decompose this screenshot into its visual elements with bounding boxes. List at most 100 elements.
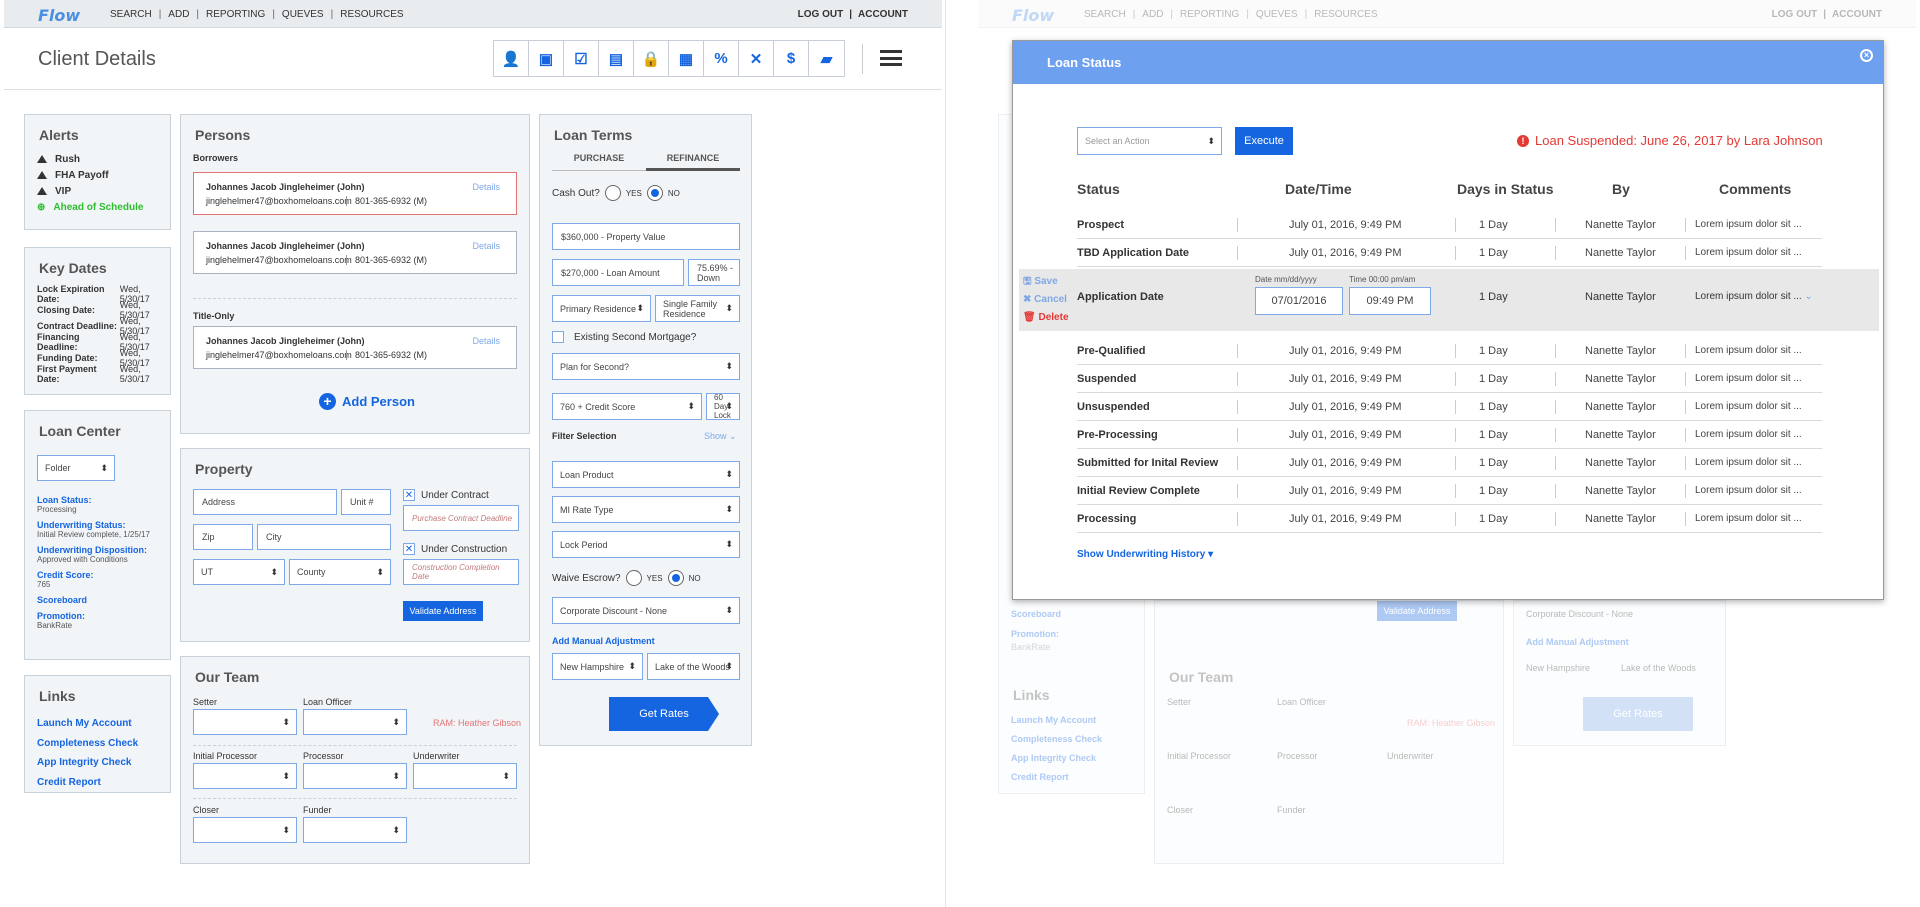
loan-officer-select[interactable] <box>303 709 407 735</box>
status-row[interactable]: Pre-Processing July 01, 2016, 9:49 PM 1 Da… <box>1077 423 1822 449</box>
folder-select[interactable]: Folder <box>37 455 115 481</box>
initial-processor-select[interactable] <box>193 763 297 789</box>
loan-center-item[interactable]: Underwriting Status: Initial Review compl… <box>37 520 150 539</box>
filter-show-toggle[interactable]: Show ⌄ <box>704 431 737 442</box>
book-icon[interactable]: ▦ <box>669 41 704 76</box>
contract-deadline-input[interactable]: Purchase Contract Deadline <box>403 505 519 531</box>
status-row[interactable]: Initial Review Complete July 01, 2016, 9:… <box>1077 479 1822 505</box>
loan-center-item[interactable]: Scoreboard <box>37 595 150 605</box>
lock-period-select[interactable]: Lock Period <box>552 531 740 558</box>
link-app-integrity[interactable]: App Integrity Check <box>37 753 138 773</box>
construction-date-input[interactable]: Construction Completion Date <box>403 559 519 585</box>
second-mortgage-checkbox[interactable] <box>552 331 564 343</box>
action-select[interactable]: Select an Action <box>1077 127 1222 155</box>
zip-input[interactable]: Zip <box>193 524 253 550</box>
escrow-yes-radio[interactable] <box>625 570 642 586</box>
processor-select[interactable] <box>303 763 407 789</box>
closer-select[interactable] <box>193 817 297 843</box>
document-icon[interactable]: ▤ <box>599 41 634 76</box>
underwriter-select[interactable] <box>413 763 517 789</box>
adjustment-state-select[interactable]: New Hampshire <box>552 653 643 680</box>
property-type-select[interactable]: Single Family Residence <box>655 295 740 322</box>
property-value-input[interactable]: $360,000 - Property Value <box>552 223 740 250</box>
credit-score-select[interactable]: 760 + Credit Score <box>552 393 702 420</box>
execute-button[interactable]: Execute <box>1235 127 1293 155</box>
status-row[interactable]: Prospect July 01, 2016, 9:49 PM 1 Day Nanet… <box>1077 213 1822 239</box>
mi-rate-type-select[interactable]: MI Rate Type <box>552 496 740 523</box>
dollar-icon[interactable]: $ <box>774 41 809 76</box>
save-row-button[interactable]: 🖫 Save <box>1023 273 1069 291</box>
loan-product-select[interactable]: Loan Product <box>552 461 740 488</box>
link-completeness-check[interactable]: Completeness Check <box>37 734 138 754</box>
county-select[interactable]: County <box>289 559 391 585</box>
logout-link[interactable]: LOG OUT <box>798 9 844 20</box>
down-payment-input[interactable]: 75.69% - Down <box>688 259 740 286</box>
setter-select[interactable] <box>193 709 297 735</box>
funder-select[interactable] <box>303 817 407 843</box>
loan-center-item[interactable]: Credit Score: 765 <box>37 570 150 589</box>
status-row[interactable]: Suspended July 01, 2016, 9:49 PM 1 Day Nane… <box>1077 367 1822 393</box>
status-date-input[interactable]: 07/01/2016 <box>1255 287 1343 315</box>
flow-logo[interactable]: Flow <box>38 6 80 25</box>
chevron-down-icon[interactable]: ⌄ <box>1805 291 1813 302</box>
show-underwriting-history-link[interactable]: Show Underwriting History ▾ <box>1077 549 1213 560</box>
briefcase-icon[interactable]: ▰ <box>809 41 844 76</box>
hamburger-menu-icon[interactable] <box>880 50 902 66</box>
tab-refinance[interactable]: REFINANCE <box>646 153 740 171</box>
details-link[interactable]: Details <box>472 182 500 192</box>
tab-purchase[interactable]: PURCHASE <box>552 153 646 171</box>
percent-icon[interactable]: % <box>704 41 739 76</box>
loan-center-item[interactable]: Underwriting Disposition: Approved with C… <box>37 545 150 564</box>
borrower-card[interactable]: Johannes Jacob Jingleheimer (John) jingl… <box>193 231 517 274</box>
link-credit-report[interactable]: Credit Report <box>37 773 138 793</box>
state-select[interactable]: UT <box>193 559 285 585</box>
loan-center-item[interactable]: Loan Status: Processing <box>37 495 150 514</box>
cancel-row-button[interactable]: ✖ Cancel <box>1023 291 1069 309</box>
loan-center-item[interactable]: Promotion: BankRate <box>37 611 150 630</box>
add-manual-adjustment-link[interactable]: Add Manual Adjustment <box>552 636 655 646</box>
account-link[interactable]: ACCOUNT <box>858 9 908 20</box>
under-construction-checkbox[interactable]: ✕ <box>403 543 415 555</box>
corporate-discount-select[interactable]: Corporate Discount - None <box>552 597 740 624</box>
nav-resources[interactable]: RESOURCES <box>340 9 403 20</box>
status-row[interactable]: TBD Application Date July 01, 2016, 9:49 … <box>1077 241 1822 267</box>
loan-amount-input[interactable]: $270,000 - Loan Amount <box>552 259 684 286</box>
nav-add[interactable]: ADD <box>168 9 189 20</box>
details-link[interactable]: Details <box>472 336 500 346</box>
plan-second-select[interactable]: Plan for Second? <box>552 353 740 380</box>
details-link[interactable]: Details <box>472 241 500 251</box>
x-logo-icon[interactable]: ✕ <box>739 41 774 76</box>
under-contract-checkbox[interactable]: ✕ <box>403 489 415 501</box>
status-row[interactable]: Pre-Qualified July 01, 2016, 9:49 PM 1 Day… <box>1077 339 1822 365</box>
lock-icon[interactable]: 🔒 <box>634 41 669 76</box>
status-row[interactable]: Unsuspended July 01, 2016, 9:49 PM 1 Day Na… <box>1077 395 1822 421</box>
close-icon[interactable]: × <box>1860 49 1873 62</box>
cash-out-yes-radio[interactable] <box>604 185 621 201</box>
adjustment-county-select[interactable]: Lake of the Woods <box>647 653 740 680</box>
escrow-no-radio[interactable] <box>667 570 684 586</box>
get-rates-button[interactable]: Get Rates <box>609 697 719 731</box>
status-time-input[interactable]: 09:49 PM <box>1349 287 1431 315</box>
edit-row-comment[interactable]: Lorem ipsum dolor sit ... ⌄ <box>1695 291 1813 302</box>
title-only-card[interactable]: Johannes Jacob Jingleheimer (John) jingl… <box>193 326 517 369</box>
link-launch-account[interactable]: Launch My Account <box>37 714 138 734</box>
nav-search[interactable]: SEARCH <box>110 9 152 20</box>
money-icon[interactable]: ▣ <box>529 41 564 76</box>
city-input[interactable]: City <box>257 524 391 550</box>
unit-input[interactable]: Unit # <box>341 489 391 515</box>
address-input[interactable]: Address <box>193 489 337 515</box>
col-date-time: Date/Time <box>1285 181 1352 197</box>
person-icon[interactable]: 👤 <box>494 41 529 76</box>
nav-reporting[interactable]: REPORTING <box>206 9 265 20</box>
occupancy-select[interactable]: Primary Residence <box>552 295 651 322</box>
status-row[interactable]: Processing July 01, 2016, 9:49 PM 1 Day Nan… <box>1077 507 1822 533</box>
borrower-card[interactable]: Johannes Jacob Jingleheimer (John) jingl… <box>193 172 517 215</box>
cash-out-no-radio[interactable] <box>646 185 663 201</box>
validate-address-button[interactable]: Validate Address <box>403 601 483 621</box>
status-row[interactable]: Submitted for Inital Review July 01, 2016… <box>1077 451 1822 477</box>
lock-days-select[interactable]: 60 Day Lock <box>706 393 740 420</box>
checklist-icon[interactable]: ☑ <box>564 41 599 76</box>
nav-queves[interactable]: QUEVES <box>282 9 324 20</box>
add-person-button[interactable]: + Add Person <box>319 393 415 410</box>
delete-row-button[interactable]: 🗑 Delete <box>1023 309 1069 327</box>
